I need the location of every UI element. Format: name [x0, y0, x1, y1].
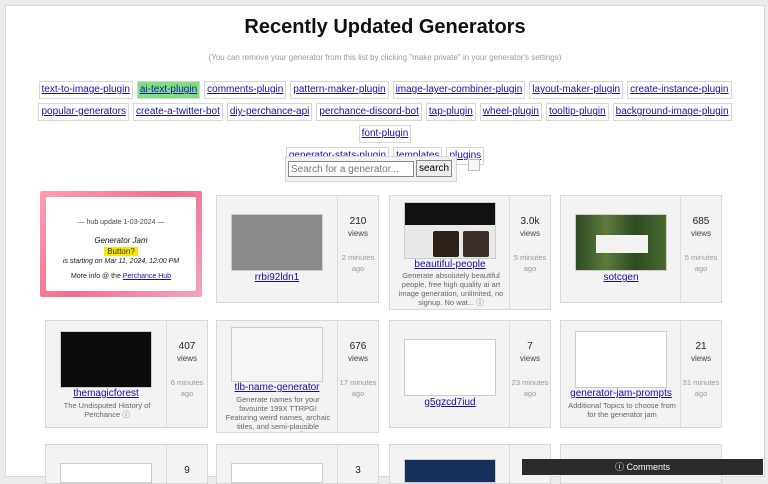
- tag-link-comments-plugin[interactable]: comments-plugin: [204, 81, 287, 99]
- updated-time: 17 minutes ago: [339, 378, 377, 398]
- generator-thumbnail: [60, 331, 152, 388]
- generator-stats: 210 views 2 minutes ago: [337, 196, 378, 302]
- views-count: 210: [349, 216, 367, 227]
- generator-stats: 676 views 17 minutes ago: [337, 321, 378, 432]
- tag-link-create-instance-plugin[interactable]: create-instance-plugin: [627, 81, 732, 99]
- generator-thumbnail: [404, 202, 496, 259]
- generator-card[interactable]: beautiful-people Generate absolutely bea…: [389, 195, 551, 310]
- page-subtitle: (You can remove your generator from this…: [208, 53, 562, 62]
- hub-update-banner[interactable]: — hub update 1-03-2024 — Generator Jam B…: [40, 191, 202, 297]
- perchance-hub-link[interactable]: Perchance Hub: [123, 273, 171, 280]
- comments-toggle-bar[interactable]: ⓘ Comments: [522, 459, 763, 475]
- generator-thumbnail: [404, 459, 496, 483]
- generator-card[interactable]: 9: [45, 444, 208, 484]
- views-count: 7: [527, 341, 533, 352]
- tag-link-create-a-twitter-bot[interactable]: create-a-twitter-bot: [132, 103, 223, 121]
- views-count: 676: [349, 341, 367, 352]
- generator-stats: 685 views 5 minutes ago: [680, 196, 721, 302]
- generator-description: The Undisputed History of Perchance ⓘ: [63, 401, 151, 419]
- tag-link-wheel-plugin[interactable]: wheel-plugin: [479, 103, 542, 121]
- search-form: search: [285, 156, 457, 182]
- views-label: views: [690, 229, 711, 238]
- tag-link-text-to-image-plugin[interactable]: text-to-image-plugin: [38, 81, 133, 99]
- tag-link-tap-plugin[interactable]: tap-plugin: [425, 103, 476, 121]
- views-count: 3: [355, 465, 361, 476]
- generator-name-link[interactable]: beautiful-people: [390, 259, 510, 270]
- tag-link-diy-perchance-api[interactable]: diy-perchance-api: [226, 103, 313, 121]
- page-title: Recently Updated Generators: [244, 16, 526, 38]
- updated-time: 6 minutes ago: [170, 378, 204, 398]
- generator-card[interactable]: tlb-name-generator Generate names for yo…: [216, 320, 379, 433]
- generator-thumbnail: [575, 331, 667, 388]
- tag-link-layout-maker-plugin[interactable]: layout-maker-plugin: [529, 81, 624, 99]
- generator-stats: 9: [166, 445, 207, 483]
- generator-description: Generate absolutely beautiful people, fr…: [398, 271, 504, 307]
- search-input[interactable]: [288, 161, 414, 177]
- generator-stats: 7 views 23 minutes ago: [509, 321, 550, 427]
- views-label: views: [347, 354, 368, 363]
- views-count: 407: [178, 341, 196, 352]
- banner-more-info-text: More info @ the: [70, 273, 121, 280]
- generator-card[interactable]: 3: [216, 444, 379, 484]
- tag-link-popular-generators[interactable]: popular-generators: [38, 103, 129, 121]
- generator-card[interactable]: sotcgen 685 views 5 minutes ago: [560, 195, 722, 303]
- generator-name-link[interactable]: themagicforest: [46, 388, 166, 399]
- generator-thumbnail: [60, 463, 152, 483]
- generator-thumbnail: [231, 463, 323, 483]
- views-label: views: [519, 354, 540, 363]
- generator-name-link[interactable]: rrbi92ldn1: [217, 272, 337, 283]
- tag-link-font-plugin[interactable]: font-plugin: [358, 125, 412, 143]
- generator-thumbnail: [575, 214, 667, 271]
- generator-description: Additional Topics to choose from for the…: [568, 401, 676, 419]
- updated-time: 2 minutes ago: [341, 253, 375, 273]
- banner-heading: Generator Jam: [94, 236, 148, 245]
- generator-card[interactable]: generator-jam-prompts Additional Topics …: [560, 320, 722, 428]
- generator-card[interactable]: rrbi92ldn1 210 views 2 minutes ago: [216, 195, 379, 303]
- banner-date: — hub update 1-03-2024 —: [77, 219, 165, 226]
- updated-time: 23 minutes ago: [511, 378, 549, 398]
- generator-stats: 21 views 31 minutes ago: [680, 321, 721, 427]
- updated-time: 5 minutes ago: [513, 253, 547, 273]
- generator-description: Generate names for your favourite 199X T…: [225, 395, 331, 432]
- tag-link-background-image-plugin[interactable]: background-image-plugin: [612, 103, 732, 121]
- views-label: views: [690, 354, 711, 363]
- broken-image-icon: [468, 159, 480, 171]
- views-count: 9: [184, 465, 190, 476]
- views-label: views: [176, 354, 197, 363]
- generator-name-link[interactable]: tlb-name-generator: [217, 382, 337, 393]
- views-label: views: [347, 229, 368, 238]
- tag-link-perchance-discord-bot[interactable]: perchance-discord-bot: [316, 103, 422, 121]
- generator-stats: 3: [337, 445, 378, 483]
- tag-link-tooltip-plugin[interactable]: tooltip-plugin: [545, 103, 609, 121]
- banner-button[interactable]: Button?: [104, 247, 138, 256]
- views-label: views: [519, 229, 540, 238]
- views-count: 21: [695, 341, 707, 352]
- views-count: 3.0k: [520, 216, 540, 227]
- generator-thumbnail: [404, 339, 496, 396]
- tag-link-image-layer-combiner-plugin[interactable]: image-layer-combiner-plugin: [392, 81, 526, 99]
- generator-stats: 407 views 6 minutes ago: [166, 321, 207, 427]
- generator-card[interactable]: g5gzcd7iud 7 views 23 minutes ago: [389, 320, 551, 428]
- updated-time: 5 minutes ago: [684, 253, 718, 273]
- updated-time: 31 minutes ago: [682, 378, 720, 398]
- banner-more-info: More info @ the Perchance Hub: [46, 273, 196, 280]
- generator-name-link[interactable]: generator-jam-prompts: [561, 388, 681, 399]
- views-count: 685: [692, 216, 710, 227]
- tag-link-ai-text-plugin[interactable]: ai-text-plugin: [136, 81, 201, 99]
- generator-name-link[interactable]: g5gzcd7iud: [390, 397, 510, 408]
- generator-name-link[interactable]: sotcgen: [561, 272, 681, 283]
- generator-thumbnail: [231, 327, 323, 382]
- generator-thumbnail: [231, 214, 323, 271]
- banner-start-date: is starting on Mar 11, 2024, 12:00 PM: [62, 258, 180, 265]
- search-button[interactable]: search: [416, 160, 452, 177]
- generator-card[interactable]: themagicforest The Undisputed History of…: [45, 320, 208, 428]
- tag-link-pattern-maker-plugin[interactable]: pattern-maker-plugin: [290, 81, 389, 99]
- generator-stats: 3.0k views 5 minutes ago: [509, 196, 550, 309]
